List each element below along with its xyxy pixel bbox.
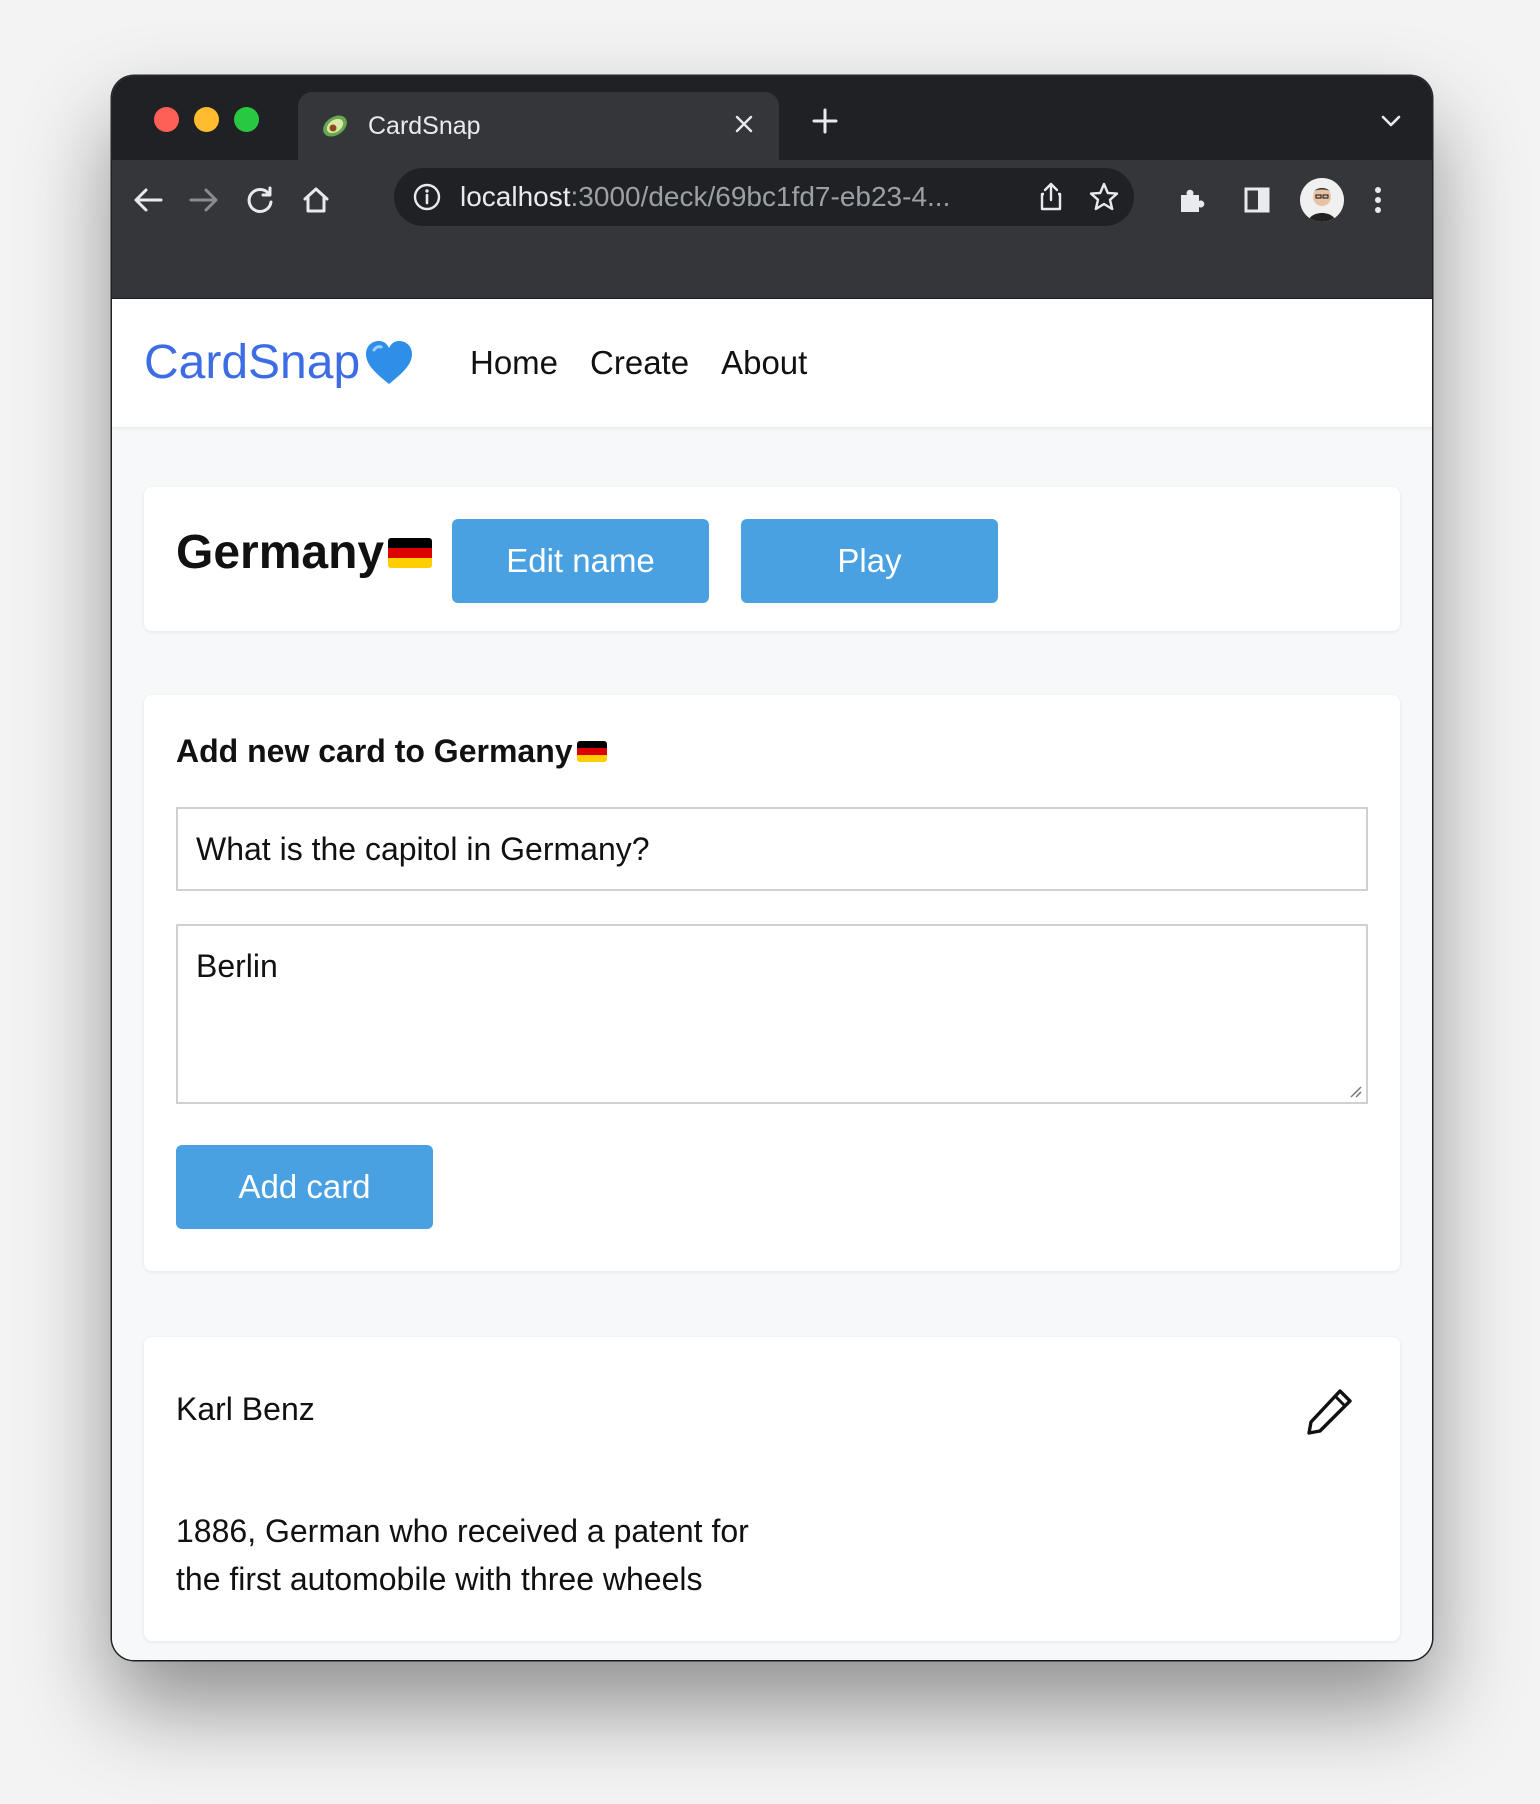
flashcard-question: Karl Benz [176,1391,315,1427]
kebab-menu-icon[interactable] [1356,178,1400,222]
flashcard-answer: 1886, German who received a patent for t… [176,1513,749,1597]
tab-title: CardSnap [368,112,481,140]
profile-avatar[interactable] [1300,178,1344,222]
nav-links: Home Create About [470,344,807,382]
nav-about-link[interactable]: About [721,344,807,382]
site-navbar: CardSnap Home Create About [112,299,1432,427]
brand-logo[interactable]: CardSnap [144,335,414,390]
add-card-button[interactable]: Add card [176,1145,433,1229]
url-path: :3000/deck/69bc1fd7-eb23-4... [570,181,951,212]
address-bar[interactable]: localhost:3000/deck/69bc1fd7-eb23-4... [394,168,1134,226]
browser-window: CardSnap localhost:3000/deck/69bc1fd7-eb… [112,76,1432,1660]
browser-chrome: CardSnap localhost:3000/deck/69bc1fd7-eb… [112,76,1432,298]
chevron-down-icon[interactable] [1376,106,1406,136]
browser-tab[interactable]: CardSnap [298,92,779,160]
resize-handle-icon[interactable] [1346,1082,1362,1098]
site-info-icon[interactable] [412,182,442,212]
deck-title: Germany [176,525,433,580]
avocado-icon [323,115,347,137]
home-icon[interactable] [294,178,338,222]
germany-flag-icon [388,537,433,568]
brand-name: CardSnap [144,336,361,389]
add-card-heading-text: Add new card to Germany [176,733,573,769]
side-panel-icon[interactable] [1235,178,1279,222]
answer-textarea-value: Berlin [196,948,278,984]
new-tab-icon[interactable] [807,103,843,139]
blue-heart-icon [366,340,413,384]
url-text[interactable]: localhost:3000/deck/69bc1fd7-eb23-4... [460,181,950,213]
deck-header-card: Germany Edit name Play [144,487,1400,631]
page-content: CardSnap Home Create About Germany Edit … [112,298,1432,1660]
question-input[interactable]: What is the capitol in Germany? [176,807,1368,891]
back-arrow-icon[interactable] [126,178,170,222]
add-card-form: Add new card to Germany What is the capi… [144,695,1400,1271]
germany-flag-icon [576,741,607,762]
tab-close-icon[interactable] [727,107,761,141]
share-icon[interactable] [1034,180,1068,214]
pencil-icon[interactable] [1304,1385,1356,1437]
url-host: localhost [460,181,571,212]
reload-icon[interactable] [238,178,282,222]
play-button[interactable]: Play [741,519,998,603]
nav-create-link[interactable]: Create [590,344,689,382]
maximize-window-button[interactable] [234,107,259,132]
question-input-value: What is the capitol in Germany? [196,830,650,867]
answer-textarea[interactable]: Berlin [176,924,1368,1104]
deck-title-text: Germany [176,526,385,579]
tab-strip: CardSnap [112,76,1432,160]
bookmark-star-icon[interactable] [1087,180,1121,214]
extensions-puzzle-icon[interactable] [1170,178,1214,222]
nav-home-link[interactable]: Home [470,344,558,382]
add-card-heading: Add new card to Germany [176,733,607,770]
close-window-button[interactable] [154,107,179,132]
edit-name-button[interactable]: Edit name [452,519,709,603]
forward-arrow-icon[interactable] [182,178,226,222]
flashcard-item: Karl Benz 1886, German who received a pa… [144,1337,1400,1641]
minimize-window-button[interactable] [194,107,219,132]
